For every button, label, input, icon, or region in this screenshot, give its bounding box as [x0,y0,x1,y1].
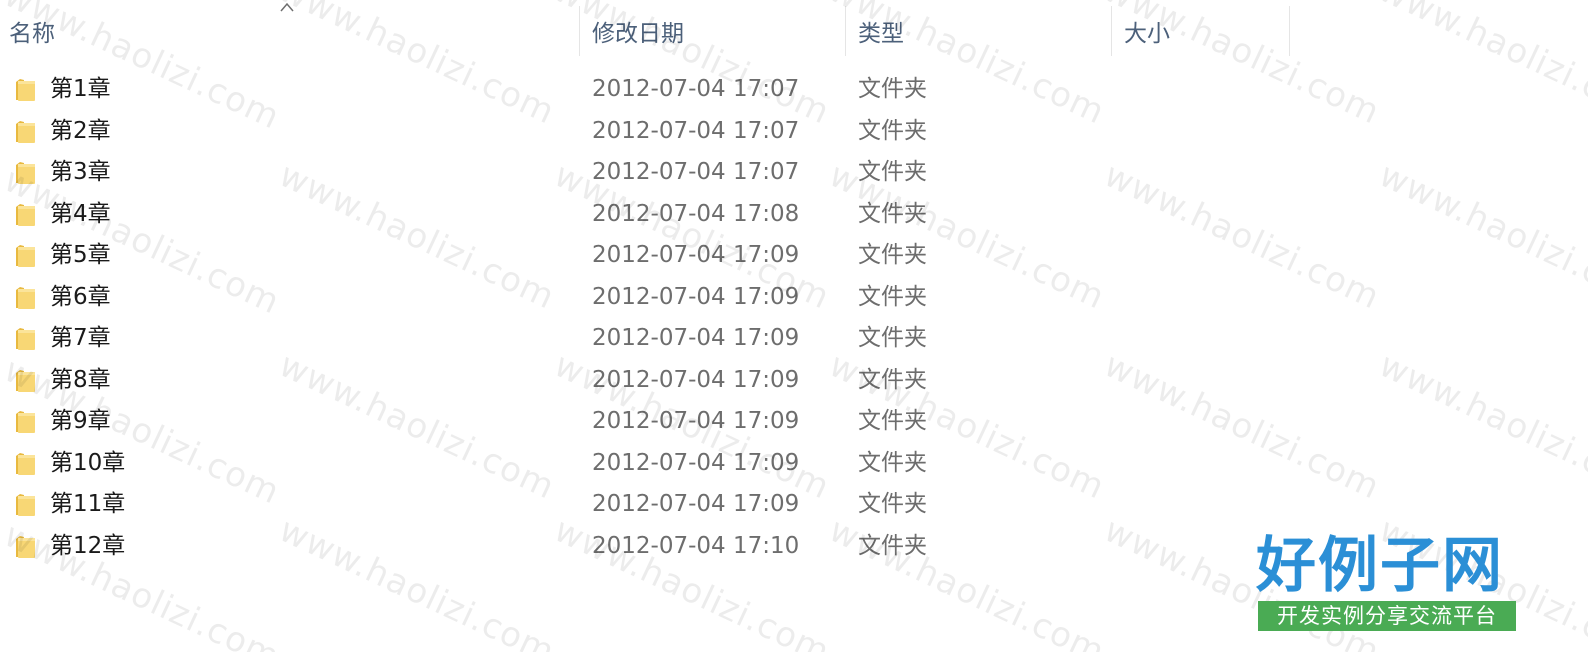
column-header-date[interactable]: 修改日期 [580,0,846,62]
file-explorer-details-view: 名称 修改日期 类型 大小 第1章 2012-07-04 17:07 文件夹 第2章 2… [0,0,1588,652]
file-name: 第1章 [50,76,111,102]
file-date-modified: 2012-07-04 17:09 [592,408,800,434]
file-type: 文件夹 [858,325,927,351]
file-date-modified: 2012-07-04 17:09 [592,242,800,268]
file-name: 第8章 [50,366,111,393]
column-header-size[interactable]: 大小 [1112,0,1290,62]
file-type: 文件夹 [858,159,927,185]
folder-icon [16,120,35,143]
file-type: 文件夹 [858,283,927,310]
file-type: 文件夹 [858,408,927,434]
file-date-modified: 2012-07-04 17:07 [592,117,800,144]
folder-icon [16,411,35,433]
file-row[interactable]: 第6章 2012-07-04 17:09 文件夹 [0,277,1588,319]
folder-icon [16,286,35,309]
file-name: 第3章 [50,159,111,185]
folder-icon [16,203,35,226]
file-row[interactable]: 第8章 2012-07-04 17:09 文件夹 [0,360,1588,402]
file-date-modified: 2012-07-04 17:07 [592,76,800,102]
file-type: 文件夹 [858,117,927,144]
folder-icon [16,162,35,184]
file-date-modified: 2012-07-04 17:07 [592,159,800,185]
file-row[interactable]: 第4章 2012-07-04 17:08 文件夹 [0,194,1588,236]
file-type: 文件夹 [858,366,927,393]
column-divider[interactable] [1289,6,1290,56]
column-header-bar: 名称 修改日期 类型 大小 [0,0,1588,62]
folder-icon [16,535,35,558]
file-date-modified: 2012-07-04 17:09 [592,491,800,517]
file-row[interactable]: 第1章 2012-07-04 17:07 文件夹 [0,69,1588,111]
file-row[interactable]: 第12章 2012-07-04 17:10 文件夹 [0,526,1588,568]
file-row[interactable]: 第7章 2012-07-04 17:09 文件夹 [0,318,1588,360]
file-date-modified: 2012-07-04 17:09 [592,366,800,393]
column-header-size-label: 大小 [1124,21,1170,47]
file-name: 第11章 [50,491,126,517]
file-date-modified: 2012-07-04 17:09 [592,449,800,476]
folder-icon [16,245,35,267]
file-name: 第7章 [50,325,111,351]
folder-icon [16,328,35,350]
file-name: 第5章 [50,242,111,268]
folder-icon [16,494,35,516]
file-type: 文件夹 [858,532,927,559]
file-name: 第12章 [50,532,126,559]
file-date-modified: 2012-07-04 17:09 [592,325,800,351]
folder-icon [16,369,35,392]
file-type: 文件夹 [858,200,927,227]
file-row[interactable]: 第10章 2012-07-04 17:09 文件夹 [0,443,1588,485]
file-list: 第1章 2012-07-04 17:07 文件夹 第2章 2012-07-04 17:0… [0,69,1588,567]
column-header-type-label: 类型 [858,21,904,47]
file-row[interactable]: 第3章 2012-07-04 17:07 文件夹 [0,152,1588,194]
folder-icon [16,79,35,101]
file-date-modified: 2012-07-04 17:08 [592,200,800,227]
file-row[interactable]: 第2章 2012-07-04 17:07 文件夹 [0,111,1588,153]
file-name: 第9章 [50,408,111,434]
column-header-date-label: 修改日期 [592,21,684,47]
file-row[interactable]: 第5章 2012-07-04 17:09 文件夹 [0,235,1588,277]
file-type: 文件夹 [858,449,927,476]
file-name: 第6章 [50,283,111,310]
sort-up-arrow-icon [280,2,294,12]
file-row[interactable]: 第11章 2012-07-04 17:09 文件夹 [0,484,1588,526]
logo-sub-text: 开发实例分享交流平台 [1258,601,1516,631]
file-name: 第2章 [50,117,111,144]
file-name: 第10章 [50,449,126,476]
column-header-name-label: 名称 [9,21,55,47]
file-type: 文件夹 [858,242,927,268]
file-type: 文件夹 [858,76,927,102]
column-header-type[interactable]: 类型 [846,0,1112,62]
file-row[interactable]: 第9章 2012-07-04 17:09 文件夹 [0,401,1588,443]
file-date-modified: 2012-07-04 17:09 [592,283,800,310]
file-name: 第4章 [50,200,111,227]
file-type: 文件夹 [858,491,927,517]
file-date-modified: 2012-07-04 17:10 [592,532,800,559]
folder-icon [16,452,35,475]
